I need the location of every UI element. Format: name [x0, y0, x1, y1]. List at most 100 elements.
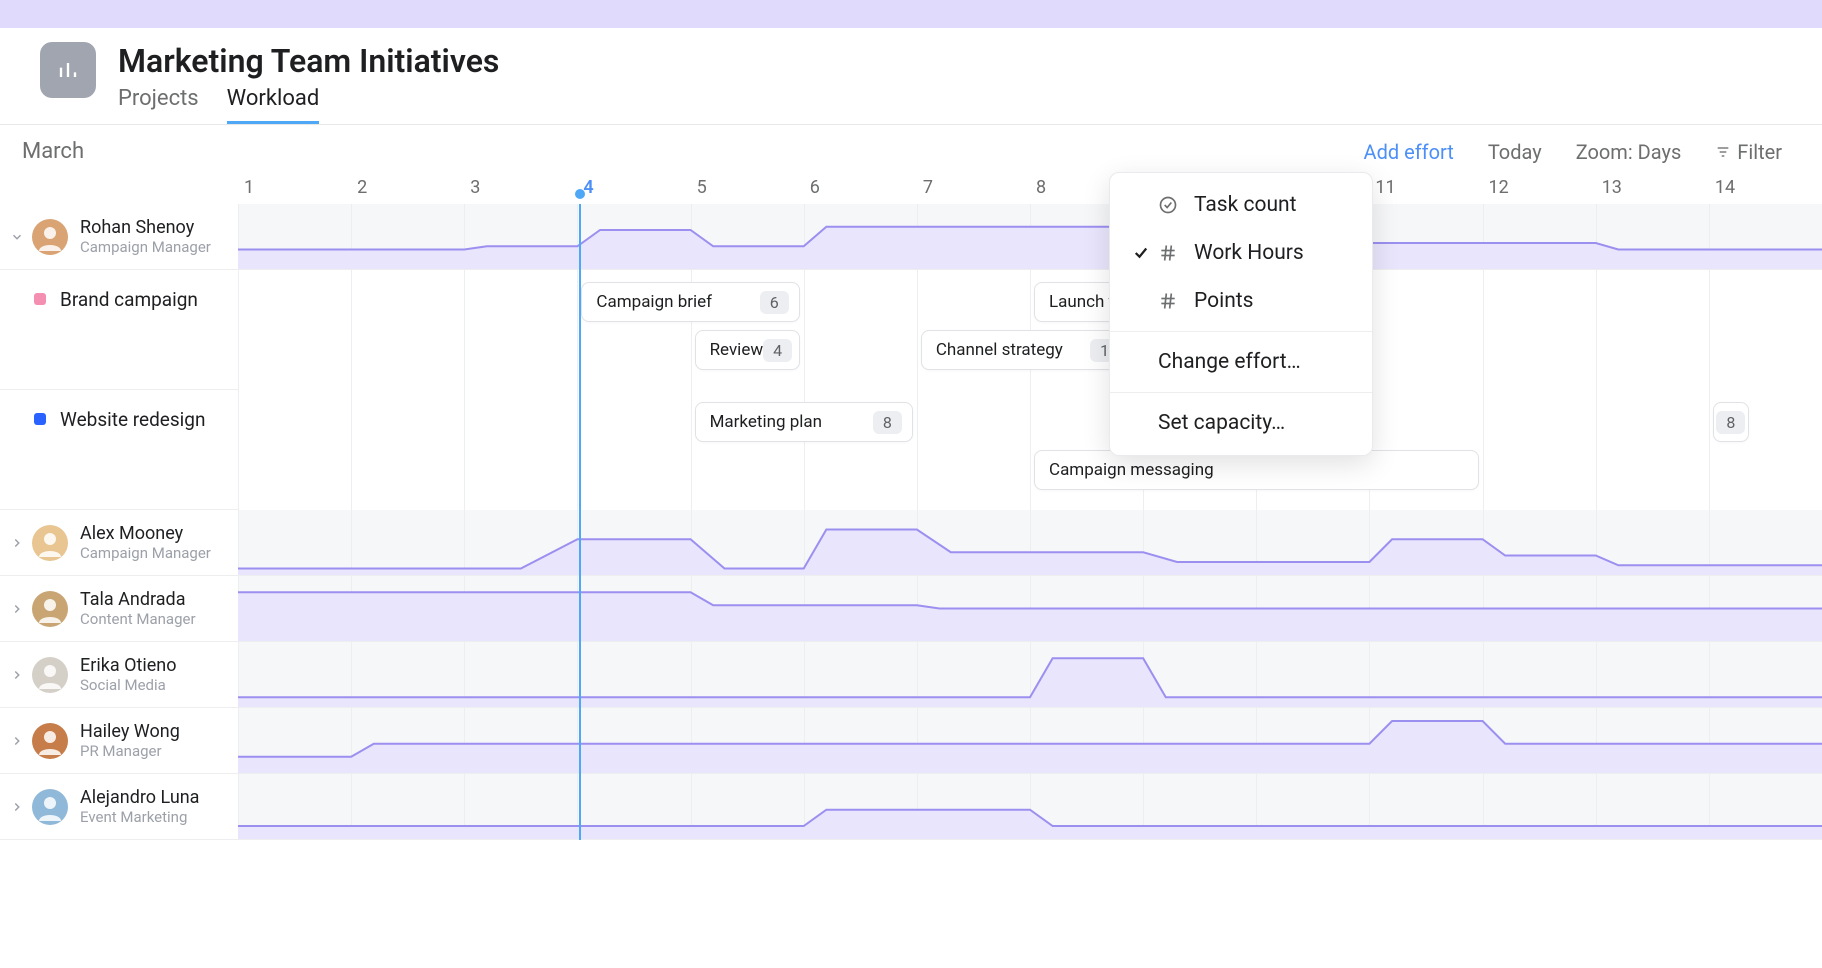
day-cell[interactable]: 11	[1369, 177, 1482, 198]
person-role: Campaign Manager	[80, 544, 211, 562]
task-badge: 8	[873, 411, 902, 434]
project-color-dot	[34, 413, 46, 425]
chevron-right-icon[interactable]	[8, 536, 26, 550]
hash-icon	[1158, 291, 1182, 311]
filter-button[interactable]: Filter	[1715, 140, 1782, 164]
workload-cell	[238, 774, 1822, 839]
dropdown-set-capacity[interactable]: Set capacity…	[1110, 399, 1372, 447]
hash-icon	[1158, 243, 1182, 263]
task-badge: 4	[763, 339, 792, 362]
page-title: Marketing Team Initiatives	[118, 42, 499, 80]
task-card[interactable]: Marketing plan 8	[695, 402, 913, 442]
month-label: March	[22, 139, 1364, 164]
task-card[interactable]: Channel strategy12	[921, 330, 1139, 370]
dropdown-separator	[1110, 392, 1372, 393]
avatar	[32, 657, 68, 693]
person-name: Rohan Shenoy	[80, 217, 211, 239]
workload-cell	[238, 204, 1822, 269]
avatar	[32, 219, 68, 255]
person-role: Content Manager	[80, 610, 196, 628]
task-label: Campaign brief	[596, 292, 712, 312]
person-row: Rohan ShenoyCampaign Manager	[0, 204, 1822, 270]
person-row: Erika OtienoSocial Media	[0, 642, 1822, 708]
task-label: Campaign messaging	[1049, 460, 1214, 480]
task-label: Marketing plan	[710, 412, 822, 432]
timeline-sidebar	[0, 170, 238, 204]
day-cell[interactable]: 4	[577, 177, 690, 198]
person-name: Alex Mooney	[80, 523, 211, 545]
day-cell[interactable]: 12	[1483, 177, 1596, 198]
day-cell[interactable]: 7	[917, 177, 1030, 198]
task-card[interactable]: Review4	[695, 330, 800, 370]
workload-cell	[238, 510, 1822, 575]
today-indicator	[579, 204, 581, 840]
today-button[interactable]: Today	[1488, 140, 1542, 164]
task-label: Channel strategy	[936, 340, 1063, 360]
person-role: PR Manager	[80, 742, 180, 760]
project-row: Website redesign Marketing plan 8 Campaign …	[0, 390, 1822, 510]
day-cell[interactable]: 5	[691, 177, 804, 198]
header: Marketing Team Initiatives Projects Work…	[0, 28, 1822, 125]
person-sidebar-cell[interactable]: Alejandro LunaEvent Marketing	[0, 774, 238, 839]
task-label: Review	[710, 340, 764, 360]
zoom-button[interactable]: Zoom: Days	[1576, 140, 1682, 164]
filter-icon	[1715, 144, 1731, 160]
tabs: Projects Workload	[118, 86, 499, 124]
project-sidebar[interactable]: Website redesign	[0, 390, 238, 509]
task-card[interactable]: 8	[1713, 402, 1749, 442]
dropdown-label: Change effort…	[1158, 350, 1301, 374]
project-sidebar[interactable]: Brand campaign	[0, 270, 238, 389]
chevron-right-icon[interactable]	[8, 734, 26, 748]
day-cell[interactable]: 3	[464, 177, 577, 198]
day-cell[interactable]: 1	[238, 177, 351, 198]
tab-workload[interactable]: Workload	[227, 86, 320, 124]
top-banner	[0, 0, 1822, 28]
chevron-down-icon[interactable]	[8, 230, 26, 244]
person-row: Alex MooneyCampaign Manager	[0, 510, 1822, 576]
check-icon	[1132, 244, 1154, 262]
person-row: Hailey WongPR Manager	[0, 708, 1822, 774]
project-name: Website redesign	[60, 408, 205, 431]
person-name: Tala Andrada	[80, 589, 196, 611]
dropdown-points[interactable]: Points	[1110, 277, 1372, 325]
dropdown-separator	[1110, 331, 1372, 332]
person-name: Alejandro Luna	[80, 787, 199, 809]
person-sidebar-cell[interactable]: Alex MooneyCampaign Manager	[0, 510, 238, 575]
person-sidebar-cell[interactable]: Hailey WongPR Manager	[0, 708, 238, 773]
dropdown-label: Task count	[1194, 193, 1297, 217]
toolbar: March Add effort Today Zoom: Days Filter	[0, 125, 1822, 170]
dropdown-task-count[interactable]: Task count	[1110, 181, 1372, 229]
person-row: Alejandro LunaEvent Marketing	[0, 774, 1822, 840]
effort-dropdown: Task count Work Hours Points Change effo…	[1109, 172, 1373, 456]
avatar	[32, 789, 68, 825]
dropdown-work-hours[interactable]: Work Hours	[1110, 229, 1372, 277]
add-effort-button[interactable]: Add effort	[1364, 140, 1454, 164]
check-circle-icon	[1158, 195, 1182, 215]
person-sidebar-cell[interactable]: Erika OtienoSocial Media	[0, 642, 238, 707]
task-card[interactable]: Campaign brief6	[581, 282, 799, 322]
workload-cell	[238, 708, 1822, 773]
chevron-right-icon[interactable]	[8, 800, 26, 814]
chevron-right-icon[interactable]	[8, 602, 26, 616]
day-cell[interactable]: 13	[1596, 177, 1709, 198]
avatar	[32, 591, 68, 627]
person-role: Campaign Manager	[80, 238, 211, 256]
task-badge: 8	[1716, 411, 1745, 434]
task-card[interactable]: Campaign messaging	[1034, 450, 1479, 490]
timeline-grid: 1234567891011121314	[238, 170, 1822, 204]
person-sidebar-cell[interactable]: Tala AndradaContent Manager	[0, 576, 238, 641]
person-name: Erika Otieno	[80, 655, 177, 677]
portfolio-icon	[40, 42, 96, 98]
chevron-right-icon[interactable]	[8, 668, 26, 682]
day-cell[interactable]: 2	[351, 177, 464, 198]
person-sidebar-cell[interactable]: Rohan ShenoyCampaign Manager	[0, 204, 238, 269]
project-name: Brand campaign	[60, 288, 198, 311]
tab-projects[interactable]: Projects	[118, 86, 199, 124]
dropdown-change-effort[interactable]: Change effort…	[1110, 338, 1372, 386]
project-grid: Campaign brief6Review4Launch timelineCha…	[238, 270, 1822, 390]
day-cell[interactable]: 14	[1709, 177, 1822, 198]
day-cell[interactable]: 6	[804, 177, 917, 198]
dropdown-label: Set capacity…	[1158, 411, 1285, 435]
workload-cell	[238, 642, 1822, 707]
avatar	[32, 723, 68, 759]
